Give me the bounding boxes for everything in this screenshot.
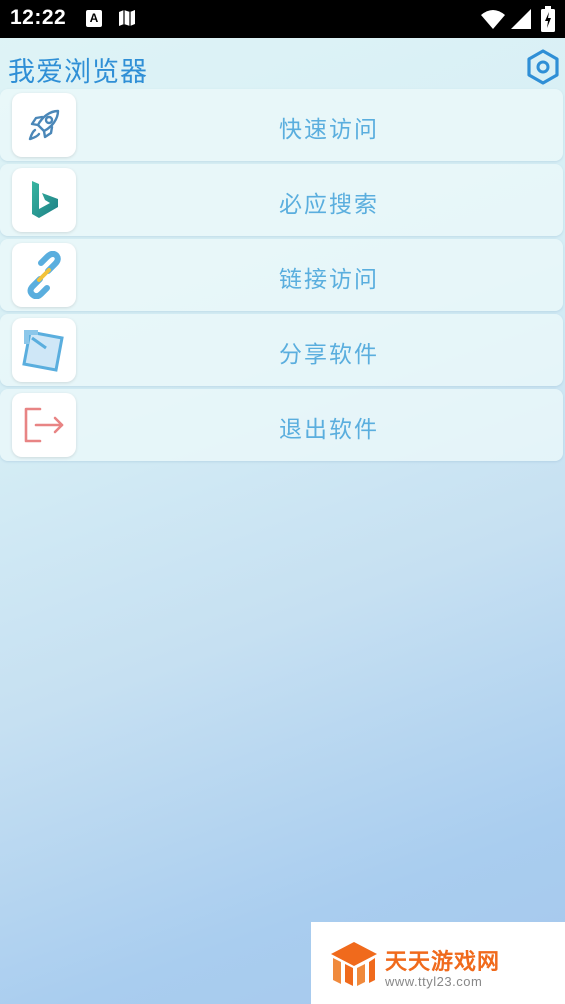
menu-item-share-app[interactable]: 分享软件 (0, 314, 563, 386)
watermark-title: 天天游戏网 (385, 950, 501, 975)
menu-item-label: 快速访问 (279, 117, 379, 143)
app-bar: 我爱浏览器 (0, 38, 565, 90)
menu-item-quick-access[interactable]: 快速访问 (0, 89, 563, 161)
watermark-url: www.ttyl23.com (385, 974, 483, 989)
app-title: 我爱浏览器 (8, 57, 148, 88)
menu-item-label: 必应搜索 (279, 192, 379, 218)
status-time: 12:22 (10, 6, 67, 29)
menu-item-label: 分享软件 (279, 342, 379, 368)
watermark-badge: 天天游戏网 www.ttyl23.com (311, 922, 565, 1004)
notification-a-icon: A (86, 10, 102, 27)
menu-item-bing-search[interactable]: 必应搜索 (0, 164, 563, 236)
menu-item-exit-app[interactable]: 退出软件 (0, 389, 563, 461)
menu-item-link-access[interactable]: 链接访问 (0, 239, 563, 311)
settings-button[interactable] (524, 48, 562, 86)
menu-item-label: 链接访问 (279, 267, 379, 293)
signal-icon (510, 8, 532, 34)
wifi-icon (480, 8, 506, 34)
status-bar: 12:22 A (0, 0, 565, 38)
battery-icon (541, 6, 555, 36)
menu-item-label: 退出软件 (279, 417, 379, 443)
menu-list: 快速访问 必应搜索 链接访问 分享软件 退出软件 (0, 89, 565, 464)
hexagon-settings-icon (527, 49, 559, 85)
watermark-logo-icon (329, 940, 379, 990)
map-icon (118, 9, 136, 31)
